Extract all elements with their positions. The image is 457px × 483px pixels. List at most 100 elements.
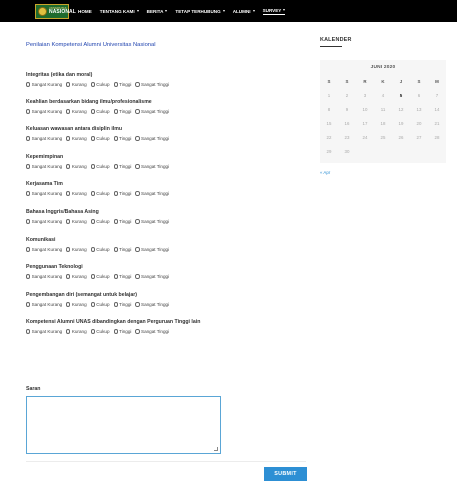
rating-option[interactable]: Sangat Tinggi — [135, 164, 169, 169]
rating-option[interactable]: Tinggi — [113, 274, 131, 279]
rating-option[interactable]: Kurang — [66, 329, 87, 334]
saran-textarea[interactable] — [26, 396, 221, 454]
radio-button[interactable] — [113, 219, 118, 224]
submit-button[interactable]: SUBMIT — [264, 467, 307, 481]
rating-option[interactable]: Tinggi — [113, 164, 131, 169]
rating-option[interactable]: Tinggi — [113, 219, 131, 224]
rating-option[interactable]: Sangat Tinggi — [135, 329, 169, 334]
rating-option[interactable]: Sangat Tinggi — [135, 136, 169, 141]
rating-option[interactable]: Kurang — [66, 109, 87, 114]
rating-option[interactable]: Cukup — [90, 82, 110, 87]
radio-button[interactable] — [26, 274, 31, 279]
rating-option[interactable]: Cukup — [90, 247, 110, 252]
radio-button[interactable] — [113, 302, 118, 307]
radio-button[interactable] — [135, 219, 140, 224]
rating-option[interactable]: Cukup — [90, 109, 110, 114]
radio-button[interactable] — [90, 219, 95, 224]
radio-button[interactable] — [66, 191, 71, 196]
rating-option[interactable]: Sangat Tinggi — [135, 191, 169, 196]
radio-button[interactable] — [90, 109, 95, 114]
rating-option[interactable]: Sangat Tinggi — [135, 247, 169, 252]
radio-button[interactable] — [26, 302, 31, 307]
nav-item-survey[interactable]: SURVEY — [262, 8, 286, 15]
rating-option[interactable]: Kurang — [66, 136, 87, 141]
calendar-day[interactable]: 5 — [392, 88, 410, 102]
calendar-day[interactable]: 29 — [320, 144, 338, 158]
radio-button[interactable] — [135, 109, 140, 114]
radio-button[interactable] — [90, 302, 95, 307]
nav-item-berita[interactable]: BERITA — [147, 9, 168, 14]
radio-button[interactable] — [66, 302, 71, 307]
rating-option[interactable]: Tinggi — [113, 136, 131, 141]
rating-option[interactable]: Sangat Tinggi — [135, 82, 169, 87]
rating-option[interactable]: Kurang — [66, 302, 87, 307]
rating-option[interactable]: Sangat Tinggi — [135, 219, 169, 224]
rating-option[interactable]: Kurang — [66, 247, 87, 252]
rating-option[interactable]: Kurang — [66, 191, 87, 196]
radio-button[interactable] — [113, 136, 118, 141]
calendar-day[interactable]: 20 — [410, 116, 428, 130]
rating-option[interactable]: Tinggi — [113, 191, 131, 196]
radio-button[interactable] — [90, 247, 95, 252]
calendar-day[interactable]: 12 — [392, 102, 410, 116]
radio-button[interactable] — [113, 164, 118, 169]
calendar-day[interactable]: 27 — [410, 130, 428, 144]
rating-option[interactable]: Sangat Kurang — [26, 164, 62, 169]
rating-option[interactable]: Tinggi — [113, 247, 131, 252]
rating-option[interactable]: Cukup — [90, 219, 110, 224]
nav-item-home[interactable]: HOME — [78, 9, 92, 14]
rating-option[interactable]: Cukup — [90, 274, 110, 279]
radio-button[interactable] — [113, 191, 118, 196]
radio-button[interactable] — [113, 109, 118, 114]
calendar-day[interactable]: 10 — [356, 102, 374, 116]
radio-button[interactable] — [113, 247, 118, 252]
radio-button[interactable] — [66, 164, 71, 169]
calendar-day[interactable]: 24 — [356, 130, 374, 144]
radio-button[interactable] — [113, 82, 118, 87]
rating-option[interactable]: Sangat Kurang — [26, 302, 62, 307]
calendar-day[interactable]: 26 — [392, 130, 410, 144]
radio-button[interactable] — [26, 191, 31, 196]
calendar-day[interactable]: 30 — [338, 144, 356, 158]
calendar-day[interactable]: 14 — [428, 102, 446, 116]
radio-button[interactable] — [66, 274, 71, 279]
rating-option[interactable]: Tinggi — [113, 109, 131, 114]
radio-button[interactable] — [90, 274, 95, 279]
rating-option[interactable]: Tinggi — [113, 82, 131, 87]
rating-option[interactable]: Sangat Kurang — [26, 136, 62, 141]
radio-button[interactable] — [90, 164, 95, 169]
radio-button[interactable] — [26, 329, 31, 334]
calendar-day[interactable]: 25 — [374, 130, 392, 144]
calendar-day[interactable]: 28 — [428, 130, 446, 144]
calendar-day[interactable]: 6 — [410, 88, 428, 102]
radio-button[interactable] — [135, 191, 140, 196]
radio-button[interactable] — [113, 329, 118, 334]
calendar-prev-link[interactable]: « Apr — [320, 170, 330, 175]
calendar-day[interactable]: 8 — [320, 102, 338, 116]
rating-option[interactable]: Cukup — [90, 329, 110, 334]
radio-button[interactable] — [66, 109, 71, 114]
calendar-day[interactable]: 4 — [374, 88, 392, 102]
radio-button[interactable] — [135, 164, 140, 169]
radio-button[interactable] — [113, 274, 118, 279]
rating-option[interactable]: Kurang — [66, 82, 87, 87]
rating-option[interactable]: Sangat Kurang — [26, 191, 62, 196]
radio-button[interactable] — [26, 247, 31, 252]
radio-button[interactable] — [26, 136, 31, 141]
nav-item-tentang-kami[interactable]: TENTANG KAMI — [100, 9, 139, 14]
calendar-day[interactable]: 15 — [320, 116, 338, 130]
radio-button[interactable] — [66, 219, 71, 224]
calendar-day[interactable]: 22 — [320, 130, 338, 144]
rating-option[interactable]: Cukup — [90, 164, 110, 169]
radio-button[interactable] — [26, 109, 31, 114]
calendar-day[interactable]: 17 — [356, 116, 374, 130]
calendar-day[interactable]: 13 — [410, 102, 428, 116]
radio-button[interactable] — [90, 136, 95, 141]
rating-option[interactable]: Tinggi — [113, 329, 131, 334]
nav-item-alumni[interactable]: ALUMNI — [233, 9, 255, 14]
rating-option[interactable]: Tinggi — [113, 302, 131, 307]
nav-item-tetap-terhubung[interactable]: TETAP TERHUBUNG — [175, 9, 225, 14]
rating-option[interactable]: Kurang — [66, 164, 87, 169]
rating-option[interactable]: Sangat Tinggi — [135, 274, 169, 279]
rating-option[interactable]: Sangat Kurang — [26, 329, 62, 334]
